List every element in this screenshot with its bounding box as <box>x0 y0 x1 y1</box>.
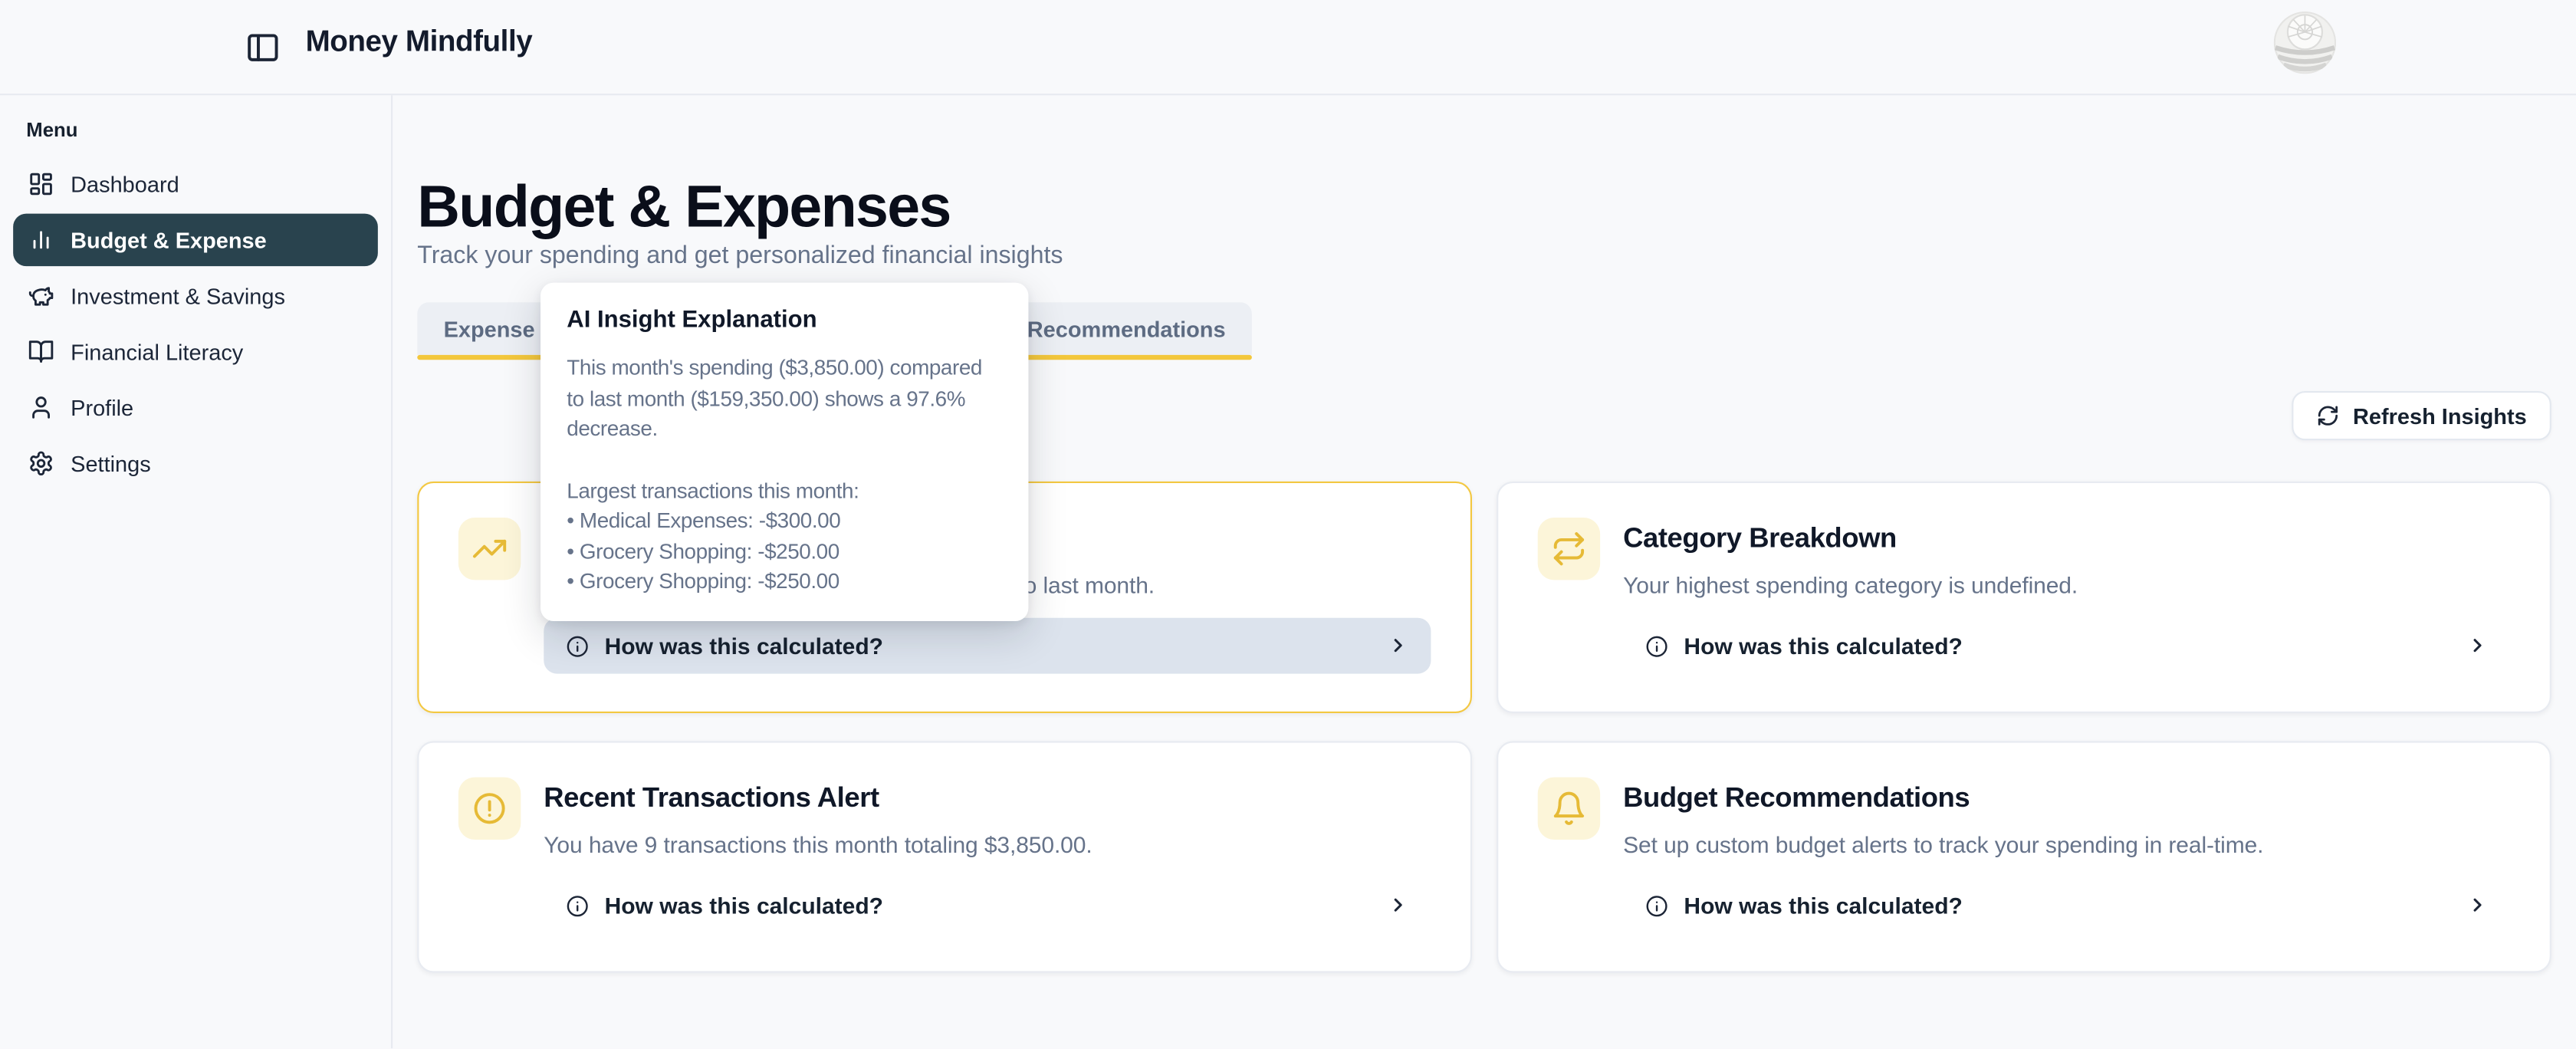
piggy-bank-icon <box>28 283 54 309</box>
sidebar-item-profile[interactable]: Profile <box>13 381 378 434</box>
card-description: Set up custom budget alerts to track you… <box>1623 831 2510 859</box>
sidebar-item-budget-expense[interactable]: Budget & Expense <box>13 214 378 267</box>
sidebar-item-settings[interactable]: Settings <box>13 437 378 490</box>
how-calculated-button[interactable]: How was this calculated? <box>544 618 1431 674</box>
how-calculated-label: How was this calculated? <box>1684 633 1962 659</box>
how-calculated-button[interactable]: How was this calculated? <box>1623 618 2510 674</box>
tooltip-title: AI Insight Explanation <box>567 307 1004 334</box>
tooltip-bullet: • Grocery Shopping: -$250.00 <box>567 537 1004 567</box>
app-title: Money Mindfully <box>306 25 533 59</box>
user-icon <box>28 394 54 420</box>
avatar-image <box>2274 12 2336 74</box>
refresh-icon <box>2317 404 2340 427</box>
sidebar-item-label: Profile <box>71 395 133 419</box>
how-calculated-button[interactable]: How was this calculated? <box>1623 877 2510 933</box>
top-bar: Money Mindfully <box>0 0 2576 95</box>
page-subtitle: Track your spending and get personalized… <box>417 242 1063 269</box>
chevron-right-icon <box>2466 634 2489 657</box>
bar-chart-icon <box>28 227 54 253</box>
ai-insight-tooltip: AI Insight Explanation This month's spen… <box>540 283 1028 621</box>
info-icon <box>565 893 590 918</box>
info-icon <box>1644 893 1669 918</box>
chevron-right-icon <box>1387 634 1410 657</box>
how-calculated-label: How was this calculated? <box>605 893 883 919</box>
refresh-insights-button[interactable]: Refresh Insights <box>2292 391 2551 440</box>
sidebar-toggle-button[interactable] <box>245 30 281 66</box>
bell-icon <box>1538 778 1600 840</box>
alert-circle-icon <box>458 778 521 840</box>
sidebar-item-investment-savings[interactable]: Investment & Savings <box>13 269 378 322</box>
card-title: Budget Recommendations <box>1623 782 2510 815</box>
tooltip-bullet: • Grocery Shopping: -$250.00 <box>567 567 1004 597</box>
tooltip-bullet: • Medical Expenses: -$300.00 <box>567 506 1004 537</box>
sidebar-item-label: Dashboard <box>71 172 179 196</box>
panel-left-icon <box>245 30 281 66</box>
sidebar-item-dashboard[interactable]: Dashboard <box>13 158 378 211</box>
chevron-right-icon <box>1387 894 1410 917</box>
tooltip-body: This month's spending ($3,850.00) compar… <box>567 354 1004 445</box>
card-title: Category Breakdown <box>1623 522 2510 555</box>
info-icon <box>565 633 590 658</box>
how-calculated-label: How was this calculated? <box>1684 893 1962 919</box>
info-icon <box>1644 633 1669 658</box>
dashboard-icon <box>28 171 54 197</box>
gear-icon <box>28 450 54 476</box>
sidebar-item-label: Investment & Savings <box>71 284 285 308</box>
book-open-icon <box>28 338 54 364</box>
chevron-right-icon <box>2466 894 2489 917</box>
page-title: Budget & Expenses <box>417 174 950 240</box>
card-description: Your highest spending category is undefi… <box>1623 572 2510 600</box>
budget-recommendations-card: Budget Recommendations Set up custom bud… <box>1497 741 2551 972</box>
card-description: You have 9 transactions this month total… <box>544 831 1431 859</box>
sidebar-menu-label: Menu <box>26 118 364 141</box>
tooltip-list-intro: Largest transactions this month: <box>567 475 1004 506</box>
category-breakdown-card: Category Breakdown Your highest spending… <box>1497 482 2551 713</box>
sidebar-item-label: Settings <box>71 451 151 475</box>
recent-transactions-card: Recent Transactions Alert You have 9 tra… <box>417 741 1472 972</box>
sidebar-item-financial-literacy[interactable]: Financial Literacy <box>13 325 378 378</box>
trending-up-icon <box>458 518 521 580</box>
sidebar-nav: Dashboard Budget & Expense Investme <box>0 158 391 490</box>
user-avatar[interactable] <box>2274 12 2336 74</box>
app-root: Money Mindfully Menu <box>0 0 2576 1048</box>
how-calculated-label: How was this calculated? <box>605 633 883 659</box>
how-calculated-button[interactable]: How was this calculated? <box>544 877 1431 933</box>
card-title: Recent Transactions Alert <box>544 782 1431 815</box>
refresh-insights-label: Refresh Insights <box>2353 403 2527 428</box>
sidebar-item-label: Financial Literacy <box>71 340 243 364</box>
sidebar: Menu Dashboard Budget & Expense <box>0 95 393 1048</box>
sidebar-item-label: Budget & Expense <box>71 228 267 252</box>
repeat-icon <box>1538 518 1600 580</box>
